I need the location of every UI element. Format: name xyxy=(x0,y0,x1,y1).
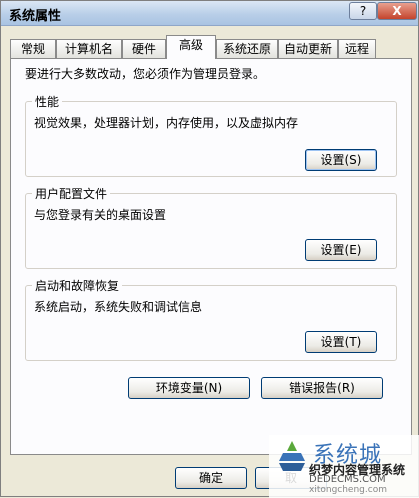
performance-description: 视觉效果，处理器计划，内存使用，以及虚拟内存 xyxy=(34,116,299,130)
startup-recovery-group: 启动和故障恢复 系统启动，系统失败和调试信息 设置(T) xyxy=(25,277,397,361)
tab-strip: 常规 计算机名 硬件 高级 系统还原 自动更新 远程 xyxy=(10,35,412,59)
ok-button[interactable]: 确定 xyxy=(175,467,247,489)
startup-recovery-description: 系统启动，系统失败和调试信息 xyxy=(34,300,203,314)
watermark-overlay: 系统城 织梦内容管理系统 DEDECMS.COM xitongcheng.com xyxy=(269,435,419,498)
user-profiles-group: 用户配置文件 与您登录有关的桌面设置 设置(E) xyxy=(25,185,397,269)
watermark-line3: xitongcheng.com xyxy=(309,485,387,495)
user-profiles-description: 与您登录有关的桌面设置 xyxy=(34,208,167,222)
watermark-line2: DEDECMS.COM xyxy=(309,474,386,485)
title-bar[interactable]: 系统属性 ? X xyxy=(1,1,418,26)
error-reporting-button[interactable]: 错误报告(R) xyxy=(261,377,383,399)
user-profiles-group-title: 用户配置文件 xyxy=(32,185,111,202)
tab-advanced[interactable]: 高级 xyxy=(166,35,216,59)
tab-automatic-updates[interactable]: 自动更新 xyxy=(278,39,338,58)
environment-variables-button[interactable]: 环境变量(N) xyxy=(128,377,250,399)
startup-recovery-settings-button[interactable]: 设置(T) xyxy=(305,331,377,353)
performance-settings-button[interactable]: 设置(S) xyxy=(305,149,377,171)
xitongcheng-logo-icon xyxy=(279,441,305,471)
tab-hardware[interactable]: 硬件 xyxy=(122,39,166,58)
user-profiles-settings-button[interactable]: 设置(E) xyxy=(305,239,377,261)
close-button[interactable]: X xyxy=(377,2,417,20)
advanced-tab-panel: 要进行大多数改动，您必须作为管理员登录。 性能 视觉效果，处理器计划，内存使用，… xyxy=(10,58,412,455)
tab-general[interactable]: 常规 xyxy=(10,39,56,58)
help-button[interactable]: ? xyxy=(349,2,377,20)
system-properties-window: 系统属性 ? X 常规 计算机名 硬件 高级 系统还原 自动更新 远程 要进行大… xyxy=(0,0,419,498)
tab-computer-name[interactable]: 计算机名 xyxy=(56,39,122,58)
tab-system-restore[interactable]: 系统还原 xyxy=(216,39,278,58)
startup-recovery-group-title: 启动和故障恢复 xyxy=(32,277,123,294)
performance-group: 性能 视觉效果，处理器计划，内存使用，以及虚拟内存 设置(S) xyxy=(25,93,397,177)
tab-remote[interactable]: 远程 xyxy=(338,39,376,58)
admin-notice: 要进行大多数改动，您必须作为管理员登录。 xyxy=(25,67,266,81)
window-title: 系统属性 xyxy=(9,9,62,24)
performance-group-title: 性能 xyxy=(32,93,63,110)
